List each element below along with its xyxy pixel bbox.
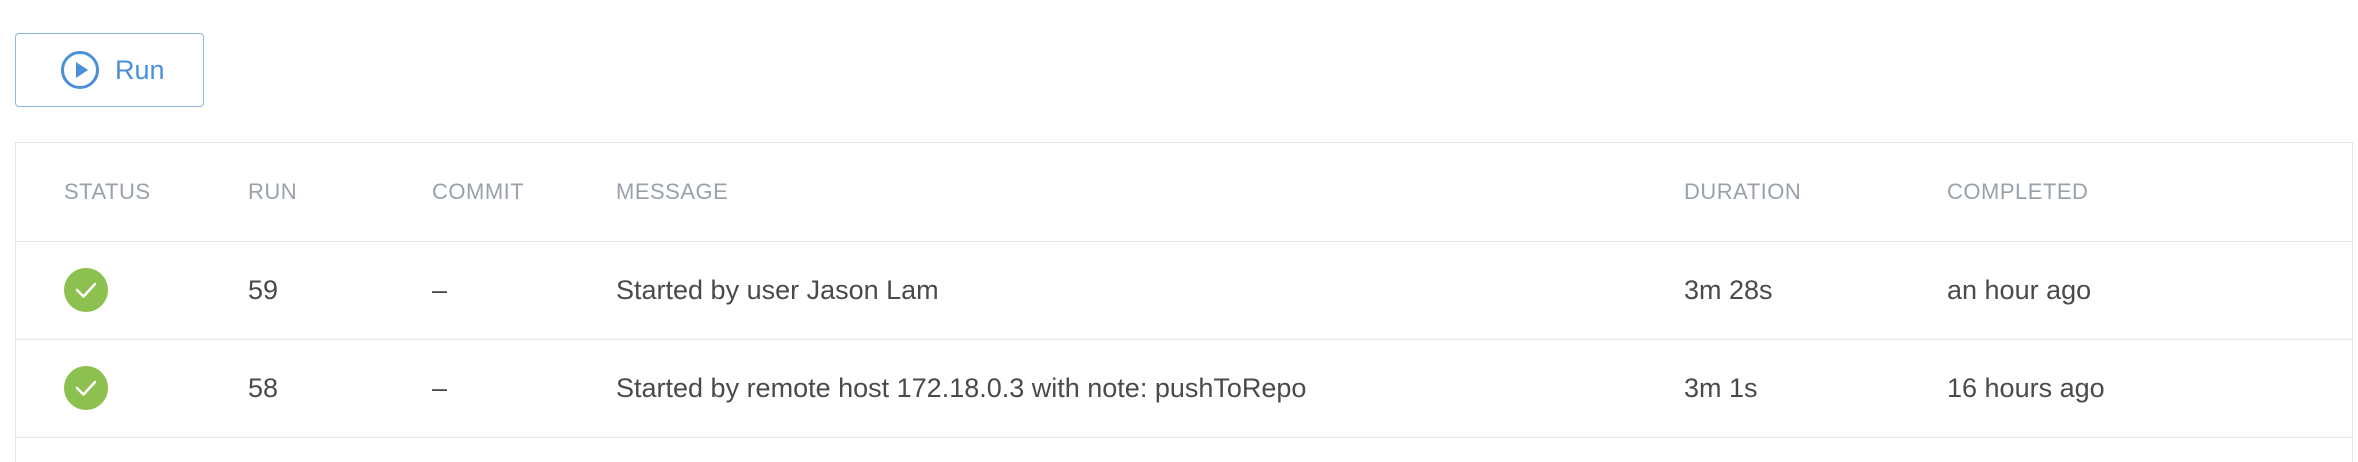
header-message[interactable]: MESSAGE xyxy=(616,143,728,241)
duration-cell: 3m 28s xyxy=(1684,274,1773,305)
message-cell: Started by remote host 172.18.0.3 with n… xyxy=(616,372,1307,403)
header-status[interactable]: STATUS xyxy=(64,143,151,241)
run-number[interactable]: 58 xyxy=(248,339,278,437)
check-circle-icon xyxy=(64,268,108,312)
play-circle-icon xyxy=(60,50,100,90)
table-row[interactable]: 58 – Started by remote host 172.18.0.3 w… xyxy=(16,339,2352,438)
commit-cell: – xyxy=(432,274,448,305)
header-duration[interactable]: DURATION xyxy=(1684,143,1801,241)
table-row[interactable]: 59 – Started by user Jason Lam 3m 28s an… xyxy=(16,241,2352,340)
message-cell: Started by user Jason Lam xyxy=(616,274,939,305)
completed-cell: an hour ago xyxy=(1947,274,2092,305)
header-completed[interactable]: COMPLETED xyxy=(1947,143,2088,241)
completed-cell: 16 hours ago xyxy=(1947,372,2105,403)
duration-cell: 3m 1s xyxy=(1684,372,1758,403)
run-button-label: Run xyxy=(115,54,165,85)
header-commit[interactable]: COMMIT xyxy=(432,143,524,241)
run-button[interactable]: Run xyxy=(15,33,204,107)
run-number[interactable]: 59 xyxy=(248,241,278,339)
commit-cell: – xyxy=(432,372,448,403)
header-run[interactable]: RUN xyxy=(248,143,297,241)
check-circle-icon xyxy=(64,366,108,410)
runs-table: STATUS RUN COMMIT MESSAGE DURATION COMPL… xyxy=(15,142,2353,462)
table-header-row: STATUS RUN COMMIT MESSAGE DURATION COMPL… xyxy=(16,143,2352,242)
status-cell xyxy=(64,339,108,437)
status-cell xyxy=(64,241,108,339)
